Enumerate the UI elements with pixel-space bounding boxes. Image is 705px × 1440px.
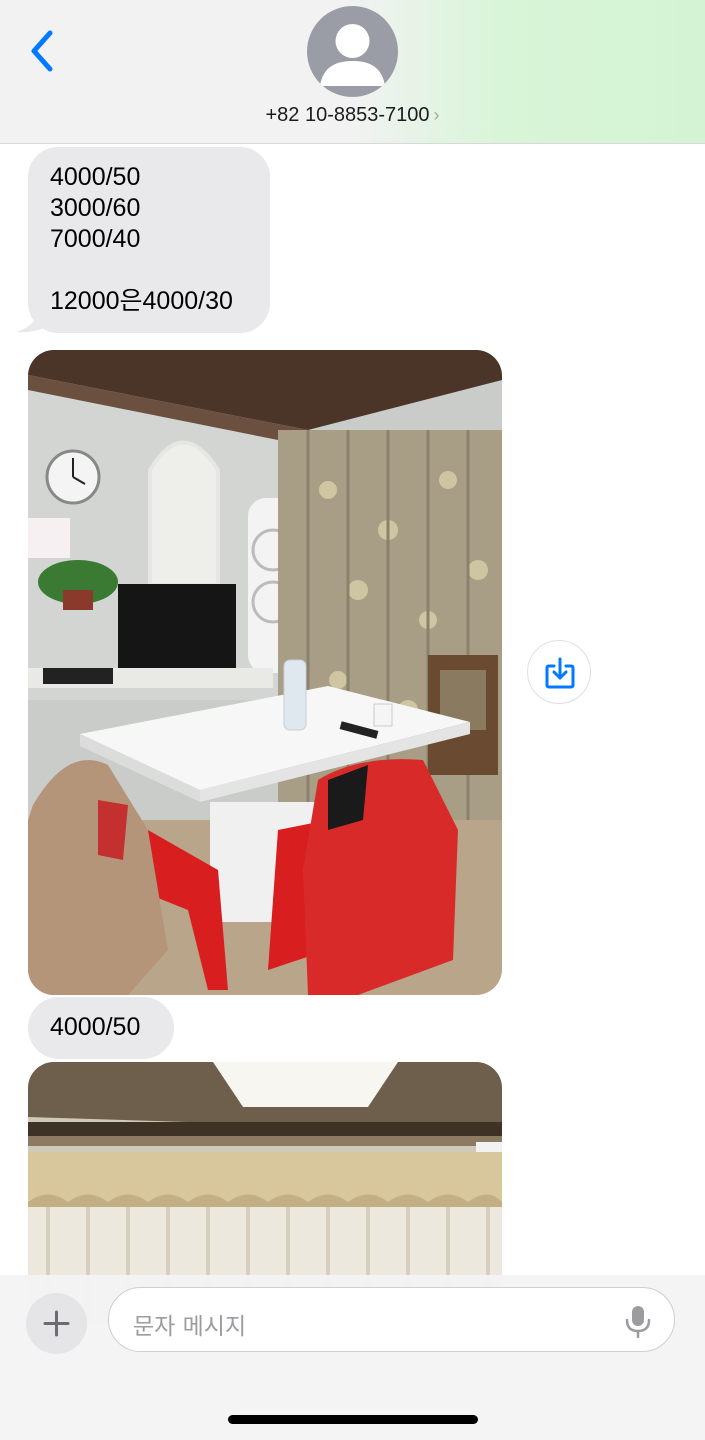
compose-bar: 문자 메시지 <box>0 1275 705 1440</box>
message-line: 4000/50 <box>50 163 141 191</box>
microphone-icon[interactable] <box>624 1304 652 1340</box>
contact-phone-number[interactable]: +82 10-8853-7100 › <box>0 104 705 127</box>
chevron-right-icon: › <box>433 105 440 125</box>
home-indicator[interactable] <box>228 1415 478 1424</box>
back-button[interactable] <box>26 28 60 74</box>
message-line: 12000은4000/30 <box>50 287 233 315</box>
message-bubble-received[interactable]: 4000/50 <box>28 997 174 1059</box>
person-silhouette-icon <box>320 24 385 86</box>
message-line: 3000/60 <box>50 194 141 222</box>
message-photo-room[interactable] <box>28 350 502 995</box>
add-attachment-button[interactable] <box>26 1293 87 1354</box>
plus-icon <box>43 1310 70 1337</box>
chevron-left-icon <box>31 30 53 72</box>
save-download-icon <box>545 657 575 689</box>
message-bubble-received[interactable]: 4000/50 3000/60 7000/40 ​ 12000은4000/30 <box>16 147 270 333</box>
message-input-placeholder: 문자 메시지 <box>133 1314 247 1340</box>
room-photo-image <box>28 350 502 995</box>
bubble-tail <box>16 307 52 333</box>
message-line: 7000/40 <box>50 225 141 253</box>
message-line-blank: ​ <box>50 255 248 286</box>
message-input[interactable]: 문자 메시지 <box>108 1287 675 1352</box>
contact-phone-text: +82 10-8853-7100 <box>265 104 430 126</box>
conversation-header: +82 10-8853-7100 › <box>0 0 705 144</box>
contact-avatar[interactable] <box>307 6 398 97</box>
message-text: 4000/50 <box>50 1013 141 1041</box>
save-photo-button[interactable] <box>527 640 591 704</box>
